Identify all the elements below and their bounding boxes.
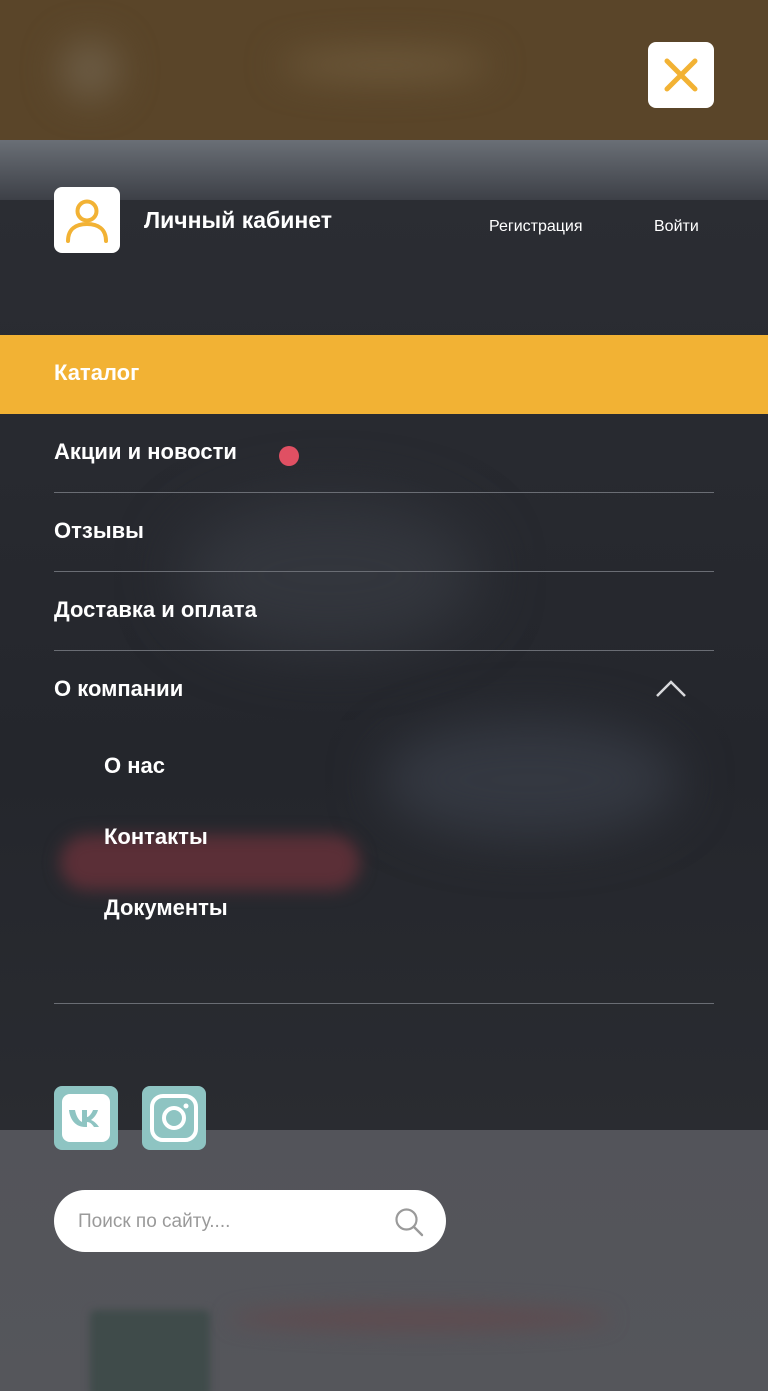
menu-item-delivery-payment[interactable]: Доставка и оплата — [54, 572, 714, 651]
menu-item-promotions-news[interactable]: Акции и новости — [54, 414, 714, 493]
menu-item-reviews[interactable]: Отзывы — [54, 493, 714, 572]
menu-item-label: Доставка и оплата — [54, 597, 257, 622]
chevron-up-icon[interactable] — [654, 678, 688, 700]
menu-item-label: Отзывы — [54, 518, 144, 543]
avatar[interactable] — [54, 187, 120, 253]
submenu-item-contacts[interactable]: Контакты — [104, 824, 208, 850]
menu-item-catalog[interactable]: Каталог — [0, 335, 768, 414]
search-box — [54, 1190, 446, 1252]
submenu-item-documents[interactable]: Документы — [104, 895, 228, 921]
close-icon — [664, 58, 698, 92]
register-link[interactable]: Регистрация — [489, 218, 583, 236]
close-menu-button[interactable] — [648, 42, 714, 108]
vk-icon — [54, 1086, 118, 1150]
login-link[interactable]: Войти — [654, 218, 699, 236]
account-title: Личный кабинет — [144, 207, 332, 233]
vk-button[interactable] — [54, 1086, 118, 1150]
instagram-button[interactable] — [142, 1086, 206, 1150]
search-icon[interactable] — [394, 1207, 424, 1237]
submenu-item-about[interactable]: О нас — [104, 753, 165, 779]
search-input[interactable] — [76, 1206, 380, 1238]
menu-item-label[interactable]: О компании — [54, 676, 183, 702]
instagram-icon — [142, 1086, 206, 1150]
menu-item-label: Акции и новости — [54, 439, 237, 464]
menu-item-label: Каталог — [54, 360, 140, 385]
notification-badge — [279, 446, 299, 466]
main-menu: Каталог Акции и новости Отзывы Доставка … — [0, 335, 768, 1004]
user-icon — [66, 199, 108, 243]
menu-item-company: О компании О нас Контакты Документы — [54, 651, 714, 1004]
account-section: Личный кабинет Регистрация Войти — [54, 187, 714, 253]
